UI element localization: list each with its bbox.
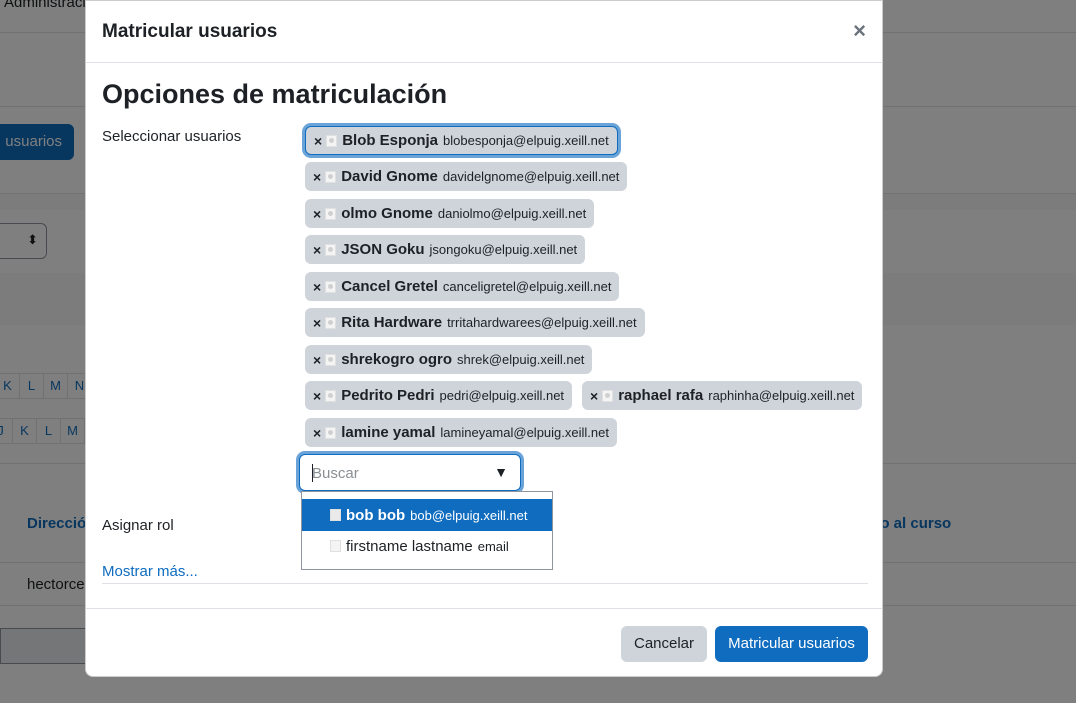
chip-user-name: Pedrito Pedri: [341, 387, 435, 404]
remove-icon[interactable]: ×: [313, 425, 321, 441]
user-avatar-icon: [326, 134, 338, 147]
assign-role-label: Asignar rol: [102, 517, 174, 534]
chip-user-name: Blob Esponja: [342, 132, 439, 149]
modal-footer-divider: [86, 608, 882, 609]
user-avatar-icon: [325, 389, 337, 402]
select-users-label: Seleccionar usuarios: [102, 128, 242, 145]
remove-icon[interactable]: ×: [313, 388, 321, 404]
show-more-link[interactable]: Mostrar más...: [102, 563, 198, 580]
chip-user-email: lamineyamal@elpuig.xeill.net: [440, 425, 609, 440]
user-avatar-icon: [325, 243, 337, 256]
chip-user-email: pedri@elpuig.xeill.net: [439, 388, 565, 403]
remove-icon[interactable]: ×: [313, 206, 321, 222]
remove-icon[interactable]: ×: [314, 133, 322, 149]
remove-icon[interactable]: ×: [313, 315, 321, 331]
suggestion-item[interactable]: firstname lastname email: [302, 530, 552, 562]
enrol-users-button[interactable]: Matricular usuarios: [715, 626, 868, 662]
chip-user-email: daniolmo@elpuig.xeill.net: [437, 206, 587, 221]
user-avatar-icon: [325, 207, 337, 220]
close-icon[interactable]: ×: [853, 19, 866, 43]
user-avatar-icon: [325, 170, 337, 183]
suggestion-user-email: email: [477, 538, 509, 554]
user-avatar-icon: [602, 389, 614, 402]
user-search-combobox[interactable]: ▼: [299, 454, 521, 491]
suggestion-item[interactable]: bob bob bob@elpuig.xeill.net: [302, 499, 552, 531]
user-suggestions-list: bob bob bob@elpuig.xeill.net firstname l…: [301, 491, 553, 570]
chip-user-email: trritahardwarees@elpuig.xeill.net: [447, 315, 637, 330]
user-avatar-icon: [330, 540, 341, 552]
user-search-input[interactable]: [312, 463, 482, 483]
divider: [102, 583, 868, 584]
suggestion-user-name: bob bob: [346, 506, 406, 524]
user-avatar-icon: [325, 316, 337, 329]
selected-user-chip[interactable]: × lamine yamal lamineyamal@elpuig.xeill.…: [305, 418, 617, 447]
selected-user-chip[interactable]: × Rita Hardware trritahardwarees@elpuig.…: [305, 308, 645, 337]
section-title: Opciones de matriculación: [102, 79, 448, 109]
chevron-down-icon[interactable]: ▼: [494, 464, 508, 480]
selected-user-chip[interactable]: × shrekogro ogro shrek@elpuig.xeill.net: [305, 345, 593, 374]
chip-user-name: JSON Goku: [341, 241, 425, 258]
chip-user-name: olmo Gnome: [341, 205, 433, 222]
chip-user-name: Rita Hardware: [341, 314, 443, 331]
remove-icon[interactable]: ×: [313, 279, 321, 295]
user-avatar-icon: [325, 426, 337, 439]
modal-header: Matricular usuarios ×: [86, 1, 882, 63]
selected-user-chip[interactable]: × JSON Goku jsongoku@elpuig.xeill.net: [305, 235, 586, 264]
selected-user-chip[interactable]: × raphael rafa raphinha@elpuig.xeill.net: [582, 381, 863, 410]
chip-user-email: shrek@elpuig.xeill.net: [457, 352, 585, 367]
chip-user-name: raphael rafa: [618, 387, 704, 404]
chip-user-name: David Gnome: [341, 168, 438, 185]
chip-user-name: shrekogro ogro: [341, 351, 453, 368]
text-cursor: [312, 464, 313, 482]
chip-user-email: raphinha@elpuig.xeill.net: [708, 388, 855, 403]
chip-user-email: davidelgnome@elpuig.xeill.net: [442, 169, 620, 184]
remove-icon[interactable]: ×: [313, 242, 321, 258]
selected-user-chip[interactable]: × David Gnome davidelgnome@elpuig.xeill.…: [305, 162, 628, 191]
suggestion-user-email: bob@elpuig.xeill.net: [410, 507, 528, 523]
selected-user-chip[interactable]: × Cancel Gretel canceligretel@elpuig.xei…: [305, 272, 620, 301]
selected-user-chip[interactable]: × olmo Gnome daniolmo@elpuig.xeill.net: [305, 199, 595, 228]
modal-title: Matricular usuarios: [102, 21, 278, 42]
suggestion-user-name: firstname lastname: [346, 537, 473, 555]
chip-user-email: canceligretel@elpuig.xeill.net: [442, 279, 612, 294]
cancel-button[interactable]: Cancelar: [621, 626, 707, 662]
remove-icon[interactable]: ×: [313, 169, 321, 185]
selected-user-chip[interactable]: × Blob Esponja blobesponja@elpuig.xeill.…: [305, 126, 618, 155]
chip-user-name: lamine yamal: [341, 424, 436, 441]
chip-user-email: blobesponja@elpuig.xeill.net: [443, 133, 609, 148]
user-avatar-icon: [330, 509, 341, 521]
user-avatar-icon: [325, 353, 337, 366]
enrol-users-modal: Matricular usuarios × Opciones de matric…: [85, 0, 883, 677]
chip-user-name: Cancel Gretel: [341, 278, 438, 295]
selected-user-chip[interactable]: × Pedrito Pedri pedri@elpuig.xeill.net: [305, 381, 573, 410]
user-avatar-icon: [325, 280, 337, 293]
chip-user-email: jsongoku@elpuig.xeill.net: [429, 242, 578, 257]
remove-icon[interactable]: ×: [590, 388, 598, 404]
remove-icon[interactable]: ×: [313, 352, 321, 368]
